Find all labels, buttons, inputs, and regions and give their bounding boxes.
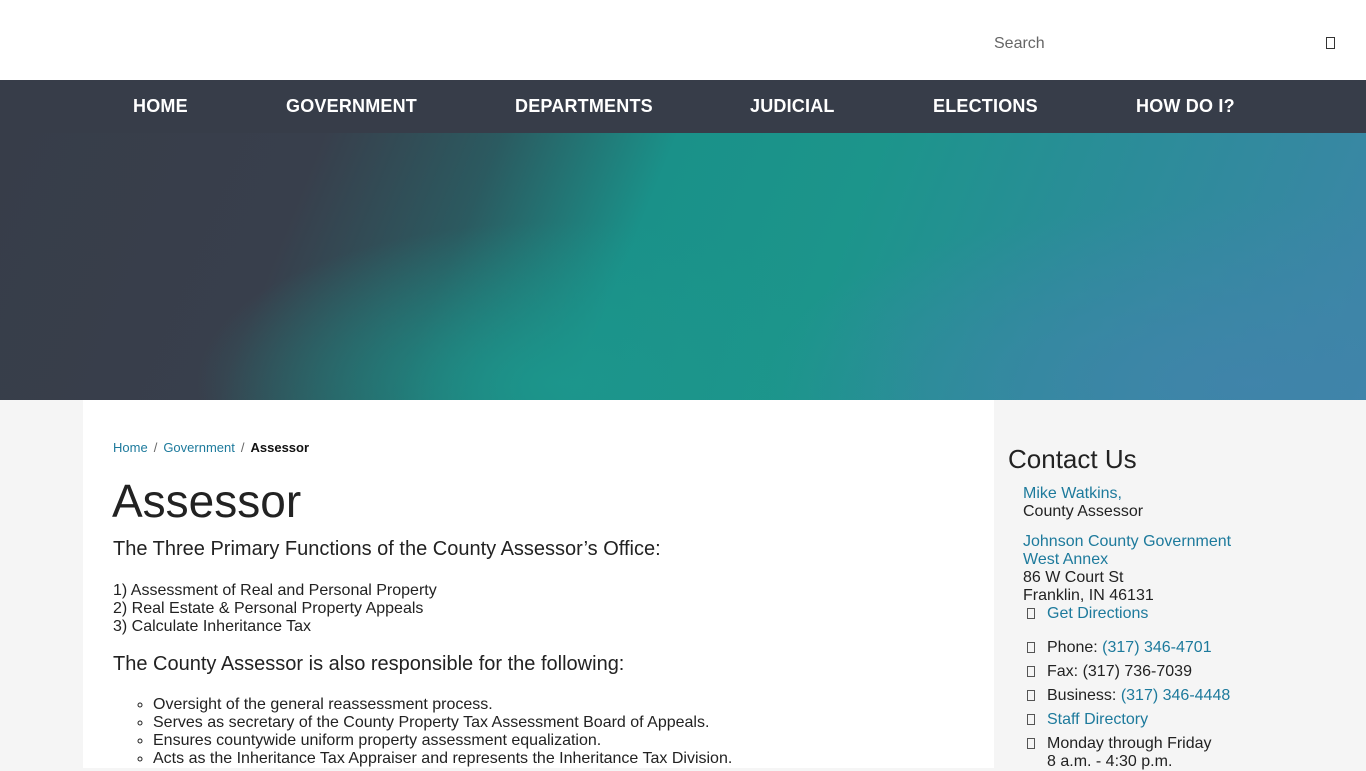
contact-title: Contact Us — [1008, 444, 1137, 474]
phone-link[interactable]: (317) 346-4701 — [1102, 639, 1211, 656]
search-button[interactable] — [1322, 34, 1338, 52]
function-item: 2) Real Estate & Personal Property Appea… — [113, 600, 424, 617]
main-nav: HOME GOVERNMENT DEPARTMENTS JUDICIAL ELE… — [0, 80, 1366, 133]
contact-address: Johnson County Government West Annex 86 … — [1023, 533, 1231, 623]
phone-icon — [1027, 642, 1035, 653]
breadcrumb-separator: / — [240, 440, 245, 455]
address-line-1: 86 W Court St — [1023, 569, 1124, 586]
briefcase-icon — [1027, 690, 1035, 701]
nav-item-home[interactable]: HOME — [133, 80, 188, 133]
hours-time: 8 a.m. - 4:30 p.m. — [1047, 753, 1173, 770]
contact-person: Mike Watkins, County Assessor — [1023, 485, 1143, 521]
list-item: Ensures countywide uniform property asse… — [153, 732, 732, 750]
contact-person-link[interactable]: Mike Watkins, — [1023, 485, 1143, 503]
search-input[interactable] — [984, 27, 1314, 61]
location-link[interactable]: West Annex — [1023, 551, 1231, 569]
page-title: Assessor — [112, 475, 302, 527]
breadcrumb-home[interactable]: Home — [113, 440, 148, 455]
nav-item-judicial[interactable]: JUDICIAL — [750, 80, 835, 133]
search-icon — [1325, 37, 1335, 49]
phone-row: Phone: (317) 346-4701 — [1023, 639, 1230, 657]
nav-item-how-do-i[interactable]: HOW DO I? — [1136, 80, 1235, 133]
functions-list: 1) Assessment of Real and Personal Prope… — [113, 582, 437, 636]
org-link[interactable]: Johnson County Government — [1023, 533, 1231, 551]
list-item: Acts as the Inheritance Tax Appraiser an… — [153, 750, 732, 768]
contact-details: Phone: (317) 346-4701 Fax: (317) 736-703… — [1023, 639, 1230, 771]
users-icon — [1027, 714, 1035, 725]
fax-text: Fax: (317) 736-7039 — [1047, 663, 1192, 680]
nav-item-elections[interactable]: ELECTIONS — [933, 80, 1038, 133]
get-directions-label: Get Directions — [1047, 605, 1149, 622]
clock-icon — [1027, 738, 1035, 749]
breadcrumb: Home / Government / Assessor — [113, 440, 309, 455]
hours-row: Monday through Friday 8 a.m. - 4:30 p.m. — [1023, 735, 1230, 771]
staff-directory-row: Staff Directory — [1023, 711, 1230, 729]
breadcrumb-government[interactable]: Government — [163, 440, 235, 455]
main-content: Home / Government / Assessor Assessor The Th… — [83, 400, 994, 768]
functions-heading: The Three Primary Functions of the Count… — [113, 538, 661, 560]
fax-icon — [1027, 666, 1035, 677]
fax-row: Fax: (317) 736-7039 — [1023, 663, 1230, 681]
get-directions-link[interactable]: Get Directions — [1023, 605, 1231, 623]
nav-item-departments[interactable]: DEPARTMENTS — [515, 80, 653, 133]
business-phone-link[interactable]: (317) 346-4448 — [1121, 687, 1230, 704]
site-header — [0, 0, 1366, 80]
address-line-2: Franklin, IN 46131 — [1023, 587, 1154, 604]
function-item: 1) Assessment of Real and Personal Prope… — [113, 582, 437, 599]
function-item: 3) Calculate Inheritance Tax — [113, 618, 312, 635]
hours-days: Monday through Friday — [1047, 735, 1212, 752]
list-item: Serves as secretary of the County Proper… — [153, 714, 732, 732]
staff-directory-link[interactable]: Staff Directory — [1047, 711, 1148, 728]
breadcrumb-separator: / — [153, 440, 158, 455]
breadcrumb-current: Assessor — [250, 440, 310, 455]
contact-sidebar: Contact Us Mike Watkins, County Assessor… — [994, 400, 1366, 771]
responsibilities-heading: The County Assessor is also responsible … — [113, 653, 625, 675]
hero-banner — [0, 133, 1366, 400]
business-row: Business: (317) 346-4448 — [1023, 687, 1230, 705]
responsibilities-list: Oversight of the general reassessment pr… — [153, 696, 732, 768]
phone-label: Phone: — [1047, 639, 1098, 656]
nav-item-government[interactable]: GOVERNMENT — [286, 80, 417, 133]
list-item: Oversight of the general reassessment pr… — [153, 696, 732, 714]
map-marker-icon — [1027, 608, 1035, 619]
contact-person-title: County Assessor — [1023, 503, 1144, 520]
business-label: Business: — [1047, 687, 1117, 704]
